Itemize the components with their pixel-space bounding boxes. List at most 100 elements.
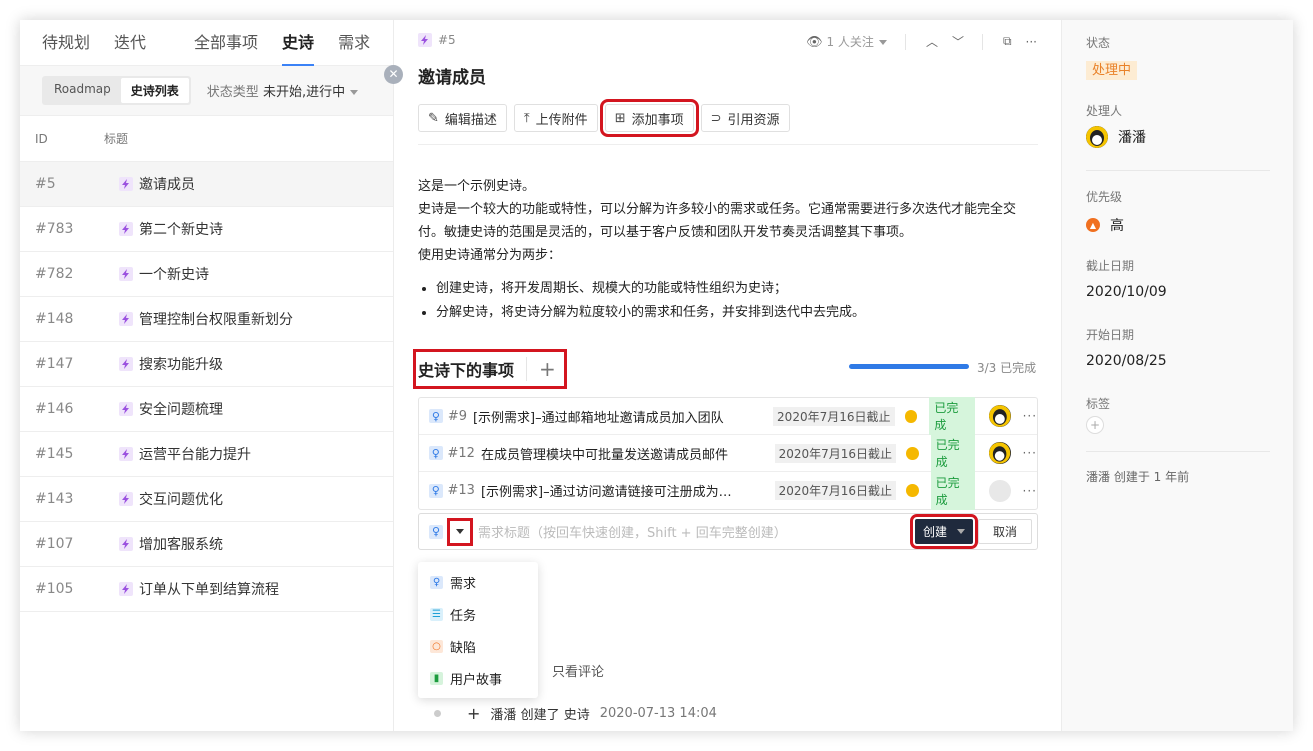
avatar[interactable]: [989, 479, 1011, 502]
sub-item-row[interactable]: ♀ #9 [示例需求]–通过邮箱地址邀请成员加入团队 2020年7月16日截止 …: [419, 397, 1037, 435]
progress-text: 3/3 已完成: [977, 361, 1037, 375]
view-roadmap[interactable]: Roadmap: [44, 78, 121, 103]
table-row[interactable]: #146 安全问题梳理: [20, 387, 393, 432]
row-title-text: 增加客服系统: [139, 537, 223, 553]
start-value[interactable]: 2020/08/25: [1086, 353, 1167, 369]
chevron-down-icon: [878, 40, 887, 45]
sub-items-title-box: 史诗下的事项 +: [413, 349, 567, 389]
watch-button[interactable]: 👁 1 人关注: [806, 33, 887, 50]
edit-description-button[interactable]: ✎ 编辑描述: [418, 104, 507, 132]
sub-item-row[interactable]: ♀ #13 [示例需求]–通过访问邀请链接可注册成为… 2020年7月16日截止…: [419, 471, 1037, 510]
table-row[interactable]: #105 订单从下单到结算流程: [20, 567, 393, 612]
filter-bar: Roadmap 史诗列表 状态类型 未开始,进行中: [20, 66, 393, 116]
table-row[interactable]: #143 交互问题优化: [20, 477, 393, 522]
create-button[interactable]: 创建: [909, 514, 979, 549]
add-tag-button[interactable]: +: [1086, 416, 1104, 434]
sub-item-title: [示例需求]–通过邮箱地址邀请成员加入团队: [472, 410, 724, 426]
table-row[interactable]: #147 搜索功能升级: [20, 342, 393, 387]
table-row[interactable]: #5 邀请成员: [20, 162, 393, 207]
row-id: #143: [35, 491, 74, 507]
view-epic-list[interactable]: 史诗列表: [120, 78, 189, 103]
external-link-icon[interactable]: ⧉: [1003, 34, 1012, 49]
edit-icon: ✎: [428, 110, 439, 126]
status-type-filter[interactable]: 状态类型 未开始,进行中: [206, 81, 359, 100]
detail-id-text: #5: [438, 33, 456, 47]
more-icon[interactable]: ···: [1023, 446, 1037, 460]
upload-attachment-button[interactable]: ⤒ 上传附件: [513, 104, 598, 132]
column-title: 标题: [104, 132, 129, 146]
tab-planning[interactable]: 待规划: [42, 20, 90, 66]
divider: [418, 144, 1038, 145]
epic-icon: [119, 402, 133, 416]
requirement-icon: ♀: [430, 575, 443, 589]
status-field[interactable]: 处理中: [1086, 59, 1138, 80]
add-item-button[interactable]: ⊞ 添加事项: [599, 99, 699, 137]
row-id: #105: [35, 581, 74, 597]
more-icon[interactable]: ···: [1023, 484, 1037, 498]
tab-epics[interactable]: 史诗: [282, 20, 315, 66]
menu-item-bug[interactable]: ○ 缺陷: [418, 630, 538, 662]
toolbar-divider: [904, 33, 906, 50]
chevron-up-icon[interactable]: ︿: [926, 33, 938, 50]
epic-icon: [119, 222, 133, 236]
avatar[interactable]: [989, 442, 1011, 464]
row-id: #5: [35, 176, 56, 192]
log-object: 史诗: [563, 708, 590, 723]
upload-attachment-label: 上传附件: [535, 112, 588, 128]
row-title: 交互问题优化: [119, 489, 223, 509]
menu-item-task[interactable]: ☰ 任务: [418, 598, 538, 630]
menu-item-user-story[interactable]: ▮ 用户故事: [418, 662, 538, 694]
create-label: 创建: [922, 525, 947, 539]
plus-icon: +: [467, 704, 481, 723]
status-badge[interactable]: 已完成: [930, 471, 976, 510]
new-item-input[interactable]: 需求标题（按回车快速创建，Shift + 回车完整创建）: [478, 522, 787, 541]
requirement-icon: ♀: [429, 409, 443, 423]
assignee-field[interactable]: 潘潘: [1086, 126, 1146, 148]
sub-item-row[interactable]: ♀ #12 在成员管理模块中可批量发送邀请成员邮件 2020年7月16日截止 已…: [419, 434, 1037, 472]
cancel-button[interactable]: 取消: [977, 519, 1032, 544]
due-badge: 2020年7月16日截止: [774, 443, 897, 463]
row-id: #147: [35, 356, 74, 372]
priority-icon: [906, 484, 919, 497]
add-sub-item-icon[interactable]: +: [526, 357, 556, 381]
epic-icon: [119, 447, 133, 461]
row-title-text: 交互问题优化: [139, 492, 223, 508]
tab-all-items[interactable]: 全部事项: [194, 20, 258, 66]
close-detail-button[interactable]: ✕: [384, 65, 403, 84]
due-value[interactable]: 2020/10/09: [1086, 284, 1167, 300]
sub-items-title: 史诗下的事项: [418, 361, 515, 380]
tab-iterations[interactable]: 迭代: [114, 20, 146, 66]
type-dropdown-button[interactable]: [447, 517, 473, 546]
chevron-down-icon[interactable]: ﹀: [952, 33, 964, 50]
row-id: #148: [35, 311, 74, 327]
table-row[interactable]: #783 第二个新史诗: [20, 207, 393, 252]
created-info: 潘潘 创建于 1 年前: [1086, 470, 1190, 484]
row-title-text: 运营平台能力提升: [139, 447, 251, 463]
tags-label: 标签: [1086, 397, 1111, 411]
row-title: 增加客服系统: [119, 534, 223, 554]
more-icon[interactable]: ···: [1026, 35, 1037, 49]
more-icon[interactable]: ···: [1023, 409, 1037, 423]
table-row[interactable]: #782 一个新史诗: [20, 252, 393, 297]
tab-requirements[interactable]: 需求: [338, 20, 370, 66]
priority-icon: [904, 409, 918, 423]
start-label: 开始日期: [1086, 328, 1135, 342]
toolbar-divider: [981, 33, 983, 50]
priority-field[interactable]: ▲ 高: [1086, 215, 1124, 235]
description-line: 使用史诗通常分为两步：: [418, 248, 562, 263]
log-time: 2020-07-13 14:04: [599, 706, 717, 721]
menu-item-requirement[interactable]: ♀ 需求: [418, 566, 538, 598]
table-row[interactable]: #148 管理控制台权限重新划分: [20, 297, 393, 342]
status-badge[interactable]: 已完成: [929, 397, 975, 435]
table-row[interactable]: #145 运营平台能力提升: [20, 432, 393, 477]
table-row[interactable]: #107 增加客服系统: [20, 522, 393, 567]
only-comments-toggle[interactable]: 只看评论: [552, 661, 604, 680]
cite-resource-button[interactable]: ⊃ 引用资源: [700, 104, 790, 132]
epic-icon: [418, 33, 432, 47]
properties-sidebar: 状态 处理中 处理人 潘潘 优先级 ▲ 高 截止日期 2020/10/09 开始日…: [1061, 20, 1293, 731]
avatar[interactable]: [988, 405, 1011, 427]
view-switch: Roadmap 史诗列表: [42, 76, 191, 105]
status-type-label: 状态类型: [206, 85, 259, 100]
status-badge[interactable]: 已完成: [930, 434, 976, 472]
epic-icon: [119, 312, 133, 326]
